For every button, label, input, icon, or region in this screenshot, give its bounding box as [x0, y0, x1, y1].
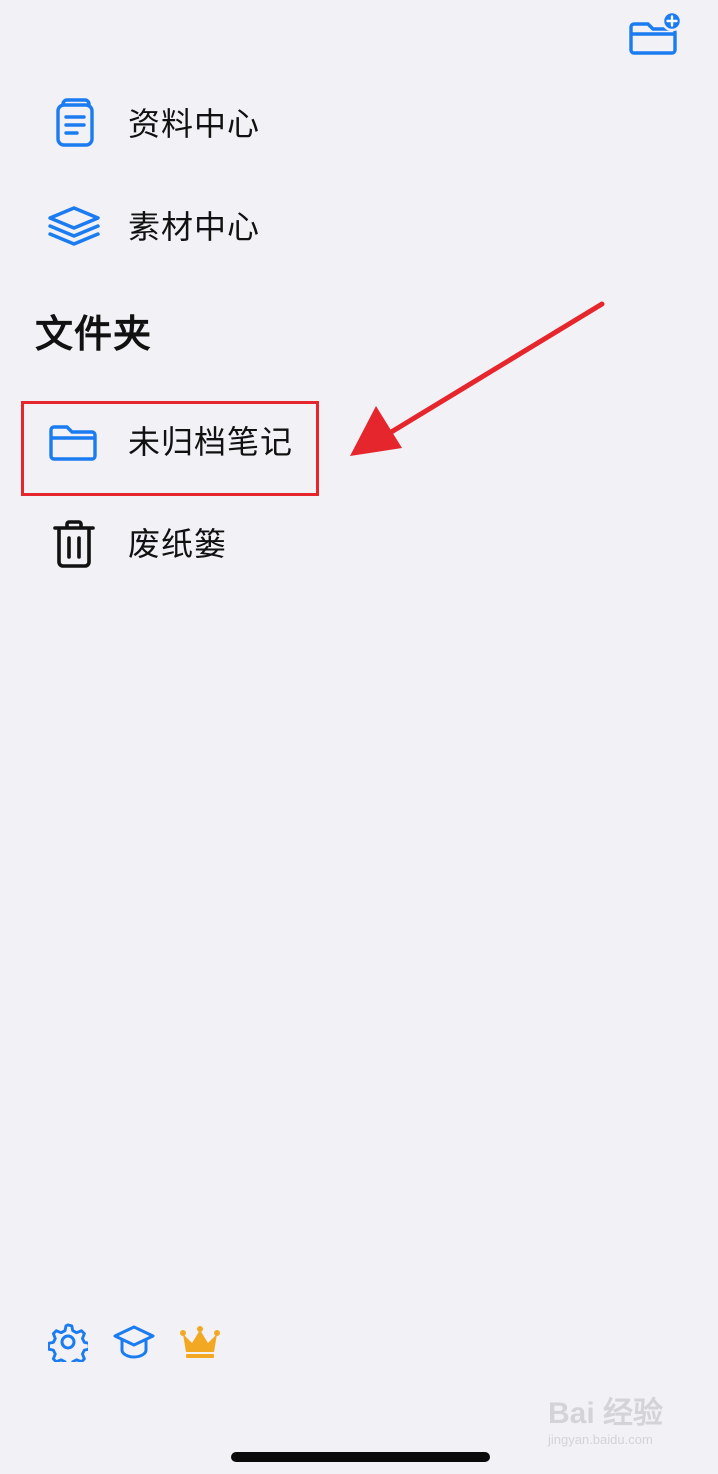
- settings-button[interactable]: [46, 1320, 90, 1364]
- nav-item-label: 资料中心: [128, 105, 261, 143]
- nav-item-assets-center[interactable]: 素材中心: [44, 191, 644, 263]
- folder-item-trash[interactable]: 废纸篓: [44, 508, 644, 580]
- crown-icon: [180, 1326, 220, 1358]
- folders-section-title: 文件夹: [35, 312, 153, 356]
- new-folder-button[interactable]: [628, 10, 684, 56]
- gear-icon: [48, 1323, 88, 1362]
- folder-item-label: 废纸篓: [128, 525, 228, 563]
- bottom-toolbar: [46, 1320, 222, 1364]
- folder-plus-icon: [629, 10, 683, 55]
- nav-item-label: 素材中心: [128, 208, 261, 246]
- watermark: Bai 经验 jingyan.baidu.com: [548, 1398, 688, 1462]
- trash-icon: [44, 514, 104, 574]
- highlight-box: [21, 401, 319, 496]
- watermark-main: Bai 经验: [548, 1397, 664, 1430]
- tutorial-button[interactable]: [112, 1320, 156, 1364]
- annotation-arrow: [350, 301, 605, 456]
- premium-button[interactable]: [178, 1320, 222, 1364]
- nav-item-materials-center[interactable]: 资料中心: [44, 88, 644, 160]
- home-indicator[interactable]: [231, 1452, 490, 1462]
- graduation-cap-icon: [113, 1325, 155, 1359]
- layers-icon: [44, 197, 104, 257]
- notebook-icon: [44, 94, 104, 154]
- watermark-sub: jingyan.baidu.com: [548, 1432, 653, 1447]
